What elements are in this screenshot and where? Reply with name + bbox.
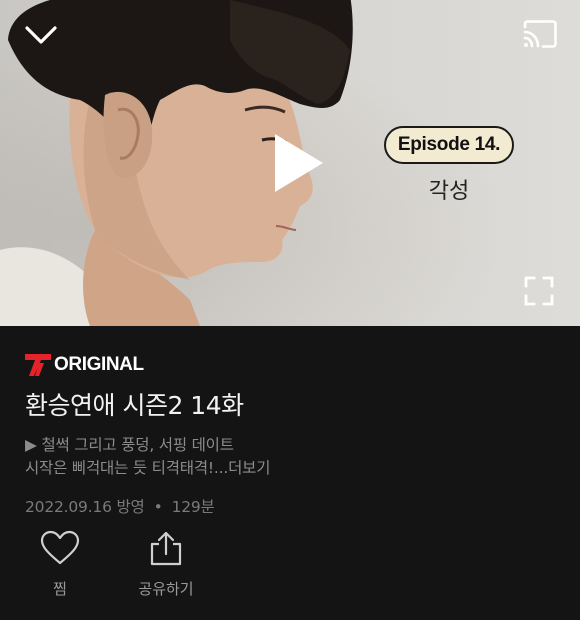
brand-text: ORIGINAL bbox=[54, 354, 144, 375]
runtime: 129분 bbox=[171, 498, 215, 516]
chevron-down-icon[interactable] bbox=[24, 22, 58, 48]
show-title: 환승연애 시즌2 14화 bbox=[25, 391, 244, 420]
episode-subtitle: 각성 bbox=[428, 179, 470, 204]
video-player[interactable]: Episode 14. 각성 bbox=[0, 0, 580, 326]
share-button[interactable]: 공유하기 bbox=[125, 530, 207, 599]
cast-icon[interactable] bbox=[521, 19, 559, 49]
share-label: 공유하기 bbox=[138, 580, 194, 598]
share-icon bbox=[150, 531, 182, 566]
like-label: 찜 bbox=[53, 580, 67, 598]
episode-badge: Episode 14. bbox=[384, 126, 514, 164]
heart-icon bbox=[40, 530, 80, 565]
episode-info: ORIGINAL 환승연애 시즌2 14화 ▶ 철썩 그리고 풍덩, 서핑 데이… bbox=[25, 352, 555, 518]
meta-separator: • bbox=[153, 498, 163, 516]
fullscreen-icon[interactable] bbox=[524, 276, 554, 306]
synopsis-line: 시작은 삐걱대는 듯 티격태격!...더보기 bbox=[25, 457, 555, 480]
like-button[interactable]: 찜 bbox=[30, 530, 90, 599]
synopsis-text: 시작은 삐걱대는 듯 티격태격! bbox=[25, 459, 214, 477]
air-date: 2022.09.16 방영 bbox=[25, 498, 145, 516]
more-link[interactable]: ...더보기 bbox=[214, 459, 271, 477]
tving-logo-icon bbox=[25, 354, 51, 376]
episode-meta: 2022.09.16 방영 • 129분 bbox=[25, 496, 555, 518]
play-icon[interactable] bbox=[268, 130, 328, 196]
synopsis: ▶ 철썩 그리고 풍덩, 서핑 데이트 시작은 삐걱대는 듯 티격태격!...더… bbox=[25, 434, 555, 480]
synopsis-line: ▶ 철썩 그리고 풍덩, 서핑 데이트 bbox=[25, 436, 234, 454]
brand-label: ORIGINAL bbox=[25, 352, 555, 378]
